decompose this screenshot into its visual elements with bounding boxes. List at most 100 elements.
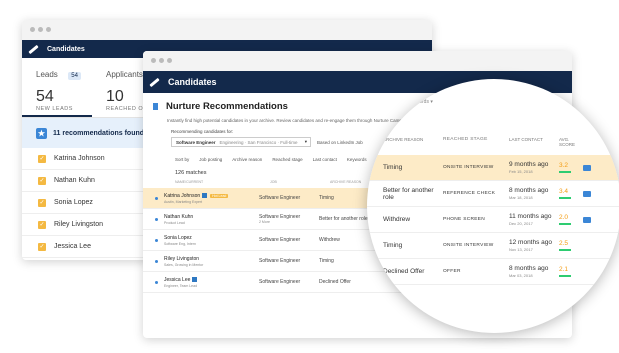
table-row[interactable]: Declined Offer OFFER 8 months ago Mar 03,… bbox=[367, 259, 619, 285]
rec-text: 11 recommendations found bbox=[53, 129, 145, 137]
chevron-down-icon: ▾ bbox=[430, 99, 433, 105]
avg-score: 3.2 bbox=[559, 162, 569, 170]
magnifier-lens: Keywords ▾ ARCHIVE REASON REACHED STAGE … bbox=[367, 79, 619, 333]
avg-score: 2.5 bbox=[559, 240, 569, 248]
hot-lead-badge: Hot Lead bbox=[210, 193, 229, 198]
tab-label: Applicants bbox=[106, 70, 143, 79]
table-row[interactable]: Timing ONSITE INTERVIEW 12 months ago Nov… bbox=[367, 233, 619, 259]
window-dot bbox=[46, 27, 51, 32]
archive-reason: Timing bbox=[383, 164, 403, 171]
keywords-label: Keywords bbox=[407, 99, 429, 105]
contact-date: Mar 03, 2018 bbox=[509, 273, 533, 278]
based-on-link[interactable]: Based on LinkedIn Job bbox=[317, 140, 363, 145]
archive-reason: Better for another role bbox=[383, 186, 434, 201]
candidate-job-sub: 2 More bbox=[259, 220, 270, 224]
score-bar bbox=[559, 249, 571, 251]
table-row[interactable]: Better for another role REFERENCE CHECK … bbox=[367, 181, 619, 207]
contact-date: Dec 20, 2017 bbox=[509, 221, 533, 226]
star-icon: ★ bbox=[36, 127, 47, 139]
table-row[interactable]: Withdrew PHONE SCREEN 11 months ago Dec 2… bbox=[367, 207, 619, 233]
lead-name: Sonia Lopez bbox=[54, 199, 93, 206]
table-row[interactable]: Timing ONSITE INTERVIEW 9 months ago Feb … bbox=[367, 155, 619, 181]
candidate-job: Software Engineer bbox=[259, 258, 301, 264]
contact-date: Nov 13, 2017 bbox=[509, 247, 533, 252]
filter-item[interactable]: Reached stage bbox=[272, 157, 302, 162]
job-select-sub: Engineering · San Francisco · Full-time bbox=[219, 139, 298, 145]
avg-score: 2.0 bbox=[559, 214, 569, 222]
linkedin-icon bbox=[202, 192, 208, 198]
archive-reason: Timing bbox=[383, 242, 403, 249]
archive-reason: Declined Offer bbox=[383, 268, 425, 275]
candidate-job: Software Engineer bbox=[259, 237, 301, 243]
candidate-name[interactable]: Katrina Johnson bbox=[164, 193, 200, 199]
score-bar bbox=[559, 197, 571, 199]
avg-score: 3.4 bbox=[559, 188, 569, 196]
unread-dot bbox=[155, 259, 158, 263]
pen-icon bbox=[149, 77, 160, 87]
tab-sub: NEW LEADS bbox=[36, 106, 73, 112]
pen-icon bbox=[28, 44, 39, 54]
last-contact: 12 months ago bbox=[509, 239, 553, 246]
candidate-name[interactable]: Nathan Kuhn bbox=[164, 214, 259, 220]
col-header: ARCHIVE REASON bbox=[383, 137, 424, 142]
job-select-value: Software Engineer bbox=[176, 139, 216, 145]
checkbox-icon[interactable]: ✓ bbox=[38, 220, 46, 229]
window-chrome bbox=[22, 20, 432, 40]
candidate-sub: Sales, Growing in Mentor bbox=[164, 262, 204, 267]
col-header: AVG. SCORE bbox=[559, 137, 576, 147]
lead-name: Katrina Johnson bbox=[54, 155, 105, 162]
reached-stage: REFERENCE CHECK bbox=[443, 191, 496, 196]
last-contact: 8 months ago bbox=[509, 187, 549, 194]
filter-item[interactable]: Job posting bbox=[199, 157, 222, 162]
back-title: Candidates bbox=[47, 45, 85, 53]
tab-badge: 54 bbox=[68, 72, 81, 80]
window-dot bbox=[159, 58, 164, 63]
candidate-name[interactable]: Riley Livingston bbox=[164, 256, 259, 262]
candidate-name[interactable]: Sonia Lopez bbox=[164, 235, 259, 241]
magnified-header: ARCHIVE REASON REACHED STAGE LAST CONTAC… bbox=[367, 137, 619, 147]
page-title-text: Nurture Recommendations bbox=[166, 101, 288, 112]
col-header: JOB bbox=[270, 180, 277, 184]
score-bar bbox=[559, 171, 571, 173]
window-chrome bbox=[143, 51, 572, 71]
window-dot bbox=[167, 58, 172, 63]
filter-item[interactable]: Keywords bbox=[347, 157, 367, 162]
unread-dot bbox=[155, 280, 158, 284]
filter-item[interactable]: Archive reason bbox=[232, 157, 262, 162]
tab-label: Leads bbox=[36, 70, 58, 79]
candidate-job: Software Engineer bbox=[259, 195, 301, 201]
candidate-name[interactable]: Jessica Lee bbox=[164, 277, 190, 283]
unread-dot bbox=[155, 196, 158, 200]
message-icon[interactable] bbox=[583, 164, 591, 171]
bookmark-icon bbox=[153, 103, 158, 110]
reached-stage: PHONE SCREEN bbox=[443, 217, 485, 222]
reached-stage: ONSITE INTERVIEW bbox=[443, 243, 494, 248]
checkbox-icon[interactable]: ✓ bbox=[38, 176, 46, 185]
checkbox-icon[interactable]: ✓ bbox=[38, 198, 46, 207]
last-contact: 9 months ago bbox=[509, 161, 549, 168]
col-header: LAST CONTACT bbox=[509, 137, 543, 142]
filter-item[interactable]: Sort by bbox=[175, 157, 189, 162]
keywords-filter[interactable]: Keywords ▾ bbox=[407, 99, 433, 105]
candidate-sub: Engineer, Team Lead bbox=[164, 283, 198, 288]
window-dot bbox=[38, 27, 43, 32]
job-select[interactable]: Software Engineer Engineering · San Fran… bbox=[171, 137, 311, 147]
avg-score: 2.1 bbox=[559, 266, 569, 274]
linkedin-icon bbox=[192, 276, 198, 282]
message-icon[interactable] bbox=[583, 216, 591, 223]
lead-name: Jessica Lee bbox=[54, 243, 91, 250]
contact-date: Feb 15, 2018 bbox=[509, 169, 533, 174]
checkbox-icon[interactable]: ✓ bbox=[38, 242, 46, 251]
tab-count: 54 bbox=[36, 88, 54, 105]
tab-leads[interactable]: Leads 54 54 NEW LEADS bbox=[22, 58, 92, 117]
col-header: NAME/CURRENT bbox=[175, 180, 204, 184]
message-icon[interactable] bbox=[583, 190, 591, 197]
unread-dot bbox=[155, 217, 158, 221]
col-header: REACHED STAGE bbox=[443, 137, 488, 142]
score-bar bbox=[559, 275, 571, 277]
last-contact: 11 months ago bbox=[509, 213, 552, 220]
window-dot bbox=[30, 27, 35, 32]
checkbox-icon[interactable]: ✓ bbox=[38, 154, 46, 163]
filter-item[interactable]: Last contact bbox=[313, 157, 337, 162]
reached-stage: OFFER bbox=[443, 269, 461, 274]
